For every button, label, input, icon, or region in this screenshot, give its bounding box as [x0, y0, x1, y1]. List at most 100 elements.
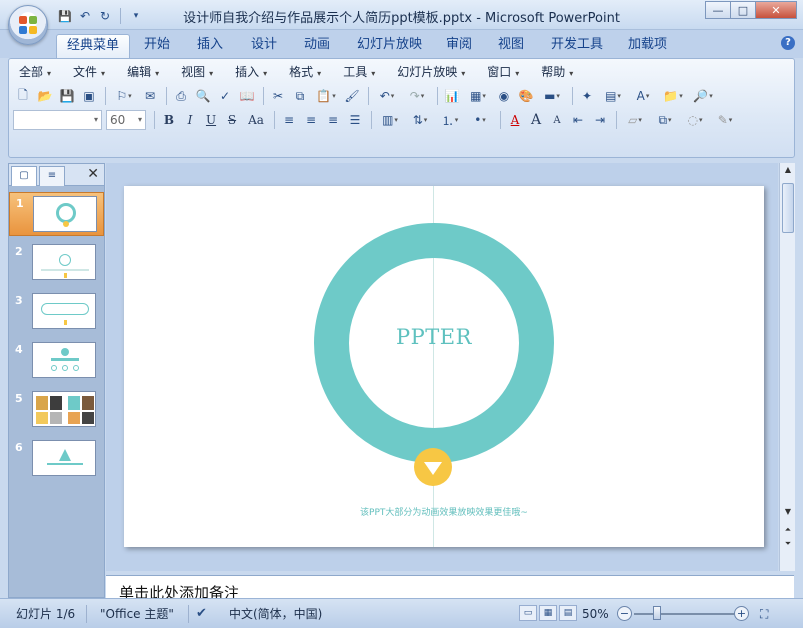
- change-case-button[interactable]: Aa: [243, 110, 269, 130]
- print-icon[interactable]: ⎙: [171, 86, 191, 106]
- save-pdf-icon[interactable]: ▣: [79, 86, 99, 106]
- folder-icon[interactable]: 📁: [659, 86, 687, 106]
- zoom-in-icon[interactable]: +: [734, 606, 749, 621]
- menu-help[interactable]: 帮助: [535, 63, 583, 83]
- bullets-icon[interactable]: •: [466, 110, 494, 130]
- tab-animation[interactable]: 动画: [294, 34, 340, 58]
- previous-slide-icon[interactable]: ⏶: [782, 525, 794, 539]
- new-slide-icon[interactable]: ✦: [577, 86, 597, 106]
- menu-window[interactable]: 窗口: [481, 63, 529, 83]
- cut-icon[interactable]: ✂: [268, 86, 288, 106]
- fill-color-icon[interactable]: ◌: [681, 110, 709, 130]
- spellcheck-icon[interactable]: ✔: [196, 604, 207, 624]
- numbering-icon[interactable]: ⒈: [436, 110, 464, 130]
- fit-to-window-icon[interactable]: ⛶: [760, 604, 768, 624]
- normal-view-icon[interactable]: ▭: [519, 605, 537, 621]
- menu-slideshow[interactable]: 幻灯片放映: [391, 63, 475, 83]
- slideshow-view-icon[interactable]: ▤: [559, 605, 577, 621]
- text-box-icon[interactable]: A: [629, 86, 657, 106]
- align-right-icon[interactable]: ≡: [323, 110, 343, 130]
- help-icon[interactable]: ?: [781, 36, 795, 50]
- menu-view[interactable]: 视图: [175, 63, 223, 83]
- notes-pane[interactable]: 单击此处添加备注: [106, 575, 794, 599]
- email-icon[interactable]: ✉: [140, 86, 160, 106]
- redo-icon[interactable]: ↷: [403, 86, 431, 106]
- menu-format[interactable]: 格式: [283, 63, 331, 83]
- slides-tab-icon[interactable]: ▢: [11, 166, 37, 186]
- spelling-icon[interactable]: ✓: [215, 86, 235, 106]
- menu-edit[interactable]: 编辑: [121, 63, 169, 83]
- font-name-combo[interactable]: [13, 110, 102, 130]
- tab-slideshow[interactable]: 幻灯片放映: [347, 34, 432, 58]
- undo-icon[interactable]: ↶: [373, 86, 401, 106]
- zoom-level[interactable]: 50%: [582, 604, 609, 624]
- italic-button[interactable]: I: [180, 110, 200, 130]
- vertical-scrollbar[interactable]: ▲ ▼ ⏶ ⏷: [779, 163, 795, 571]
- copy-icon[interactable]: ⧉: [290, 86, 310, 106]
- tab-classic-menu[interactable]: 经典菜单: [56, 34, 131, 58]
- new-icon[interactable]: 🗋: [13, 86, 33, 106]
- clipart-icon[interactable]: ◉: [494, 86, 514, 106]
- open-icon[interactable]: 📂: [35, 86, 55, 106]
- slide-sorter-icon[interactable]: ▦: [539, 605, 557, 621]
- arrange-icon[interactable]: ⧉: [651, 110, 679, 130]
- permission-icon[interactable]: ⚐: [110, 86, 138, 106]
- columns-icon[interactable]: ▥: [376, 110, 404, 130]
- underline-button[interactable]: U: [201, 110, 221, 130]
- scroll-up-icon[interactable]: ▲: [782, 165, 794, 179]
- minimize-button[interactable]: —: [705, 1, 731, 19]
- menu-all[interactable]: 全部: [13, 63, 61, 83]
- color-grayscale-icon[interactable]: 🎨: [516, 86, 536, 106]
- tab-insert[interactable]: 插入: [187, 34, 233, 58]
- slide-thumb-3[interactable]: 3: [9, 290, 104, 334]
- menu-insert[interactable]: 插入: [229, 63, 277, 83]
- format-painter-icon[interactable]: 🖌: [342, 86, 362, 106]
- chart-icon[interactable]: 📊: [442, 86, 462, 106]
- zoom-slider-knob[interactable]: [653, 606, 661, 620]
- menu-file[interactable]: 文件: [67, 63, 115, 83]
- next-slide-icon[interactable]: ⏷: [782, 539, 794, 553]
- shapes-icon[interactable]: ▱: [621, 110, 649, 130]
- outline-tab-icon[interactable]: ≡: [39, 166, 65, 186]
- print-preview-icon[interactable]: 🔍: [193, 86, 213, 106]
- close-panel-icon[interactable]: ✕: [87, 166, 99, 182]
- zoom-out-icon[interactable]: −: [617, 606, 632, 621]
- font-size-combo[interactable]: 60: [106, 110, 146, 130]
- slide-caption[interactable]: 该PPT大部分为动画效果放映效果更佳哦~: [124, 505, 764, 518]
- align-center-icon[interactable]: ≡: [301, 110, 321, 130]
- bold-button[interactable]: B: [159, 110, 179, 130]
- layout-icon[interactable]: ▬: [538, 86, 566, 106]
- scroll-thumb[interactable]: [782, 183, 794, 233]
- slide-title[interactable]: PPTER: [314, 325, 554, 349]
- tab-review[interactable]: 审阅: [436, 34, 482, 58]
- grow-font-button[interactable]: A: [526, 110, 546, 130]
- research-icon[interactable]: 📖: [237, 86, 257, 106]
- strikethrough-button[interactable]: S: [222, 110, 242, 130]
- slide-thumb-5[interactable]: 5: [9, 388, 104, 432]
- tab-view[interactable]: 视图: [488, 34, 534, 58]
- align-left-icon[interactable]: ≡: [279, 110, 299, 130]
- text-direction-icon[interactable]: ⇅: [406, 110, 434, 130]
- maximize-button[interactable]: □: [730, 1, 756, 19]
- tab-home[interactable]: 开始: [134, 34, 180, 58]
- decrease-indent-icon[interactable]: ⇤: [568, 110, 588, 130]
- close-button[interactable]: ✕: [755, 1, 797, 19]
- find-icon[interactable]: 🔎: [689, 86, 717, 106]
- slide-layout-icon[interactable]: ▤: [599, 86, 627, 106]
- slide-thumb-2[interactable]: 2: [9, 241, 104, 285]
- down-arrow-icon[interactable]: [414, 448, 452, 486]
- slide-canvas[interactable]: PPTER 该PPT大部分为动画效果放映效果更佳哦~: [124, 186, 764, 547]
- scroll-down-icon[interactable]: ▼: [782, 507, 794, 521]
- justify-icon[interactable]: ☰: [345, 110, 365, 130]
- theme-name[interactable]: "Office 主题": [100, 604, 174, 624]
- line-color-icon[interactable]: ✎: [711, 110, 739, 130]
- language-indicator[interactable]: 中文(简体，中国): [229, 604, 322, 624]
- zoom-slider-track[interactable]: [634, 613, 734, 615]
- tab-developer[interactable]: 开发工具: [541, 34, 613, 58]
- font-color-button[interactable]: A: [505, 110, 525, 130]
- slide-thumb-4[interactable]: 4: [9, 339, 104, 383]
- office-button[interactable]: [8, 5, 48, 45]
- tab-design[interactable]: 设计: [241, 34, 287, 58]
- shrink-font-button[interactable]: A: [547, 110, 567, 130]
- slide-thumb-6[interactable]: 6: [9, 437, 104, 481]
